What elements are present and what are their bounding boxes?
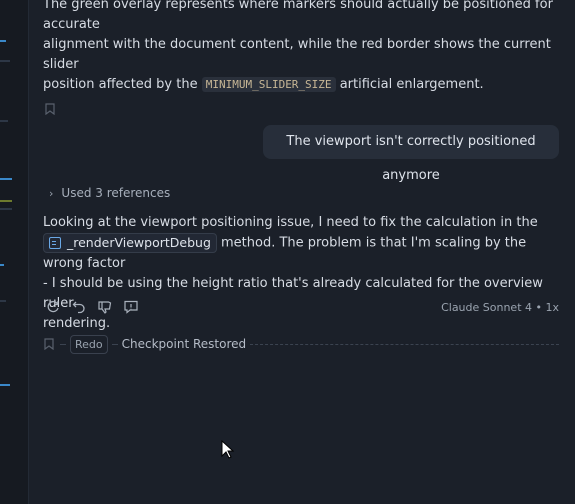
checkpoint-row: Redo Checkpoint Restored (44, 334, 559, 354)
redo-button[interactable]: Redo (70, 334, 108, 354)
retry-icon[interactable] (45, 299, 61, 315)
editor-gutter (0, 0, 29, 504)
gutter-marker (0, 200, 12, 202)
gutter-marker (0, 300, 6, 302)
bookmark-icon[interactable] (44, 338, 54, 350)
symbol-name: _renderViewportDebug (67, 235, 211, 250)
message-line: position affected by the MINIMUM_SLIDER_… (43, 75, 563, 95)
references-toggle[interactable]: › Used 3 references (49, 186, 170, 200)
divider (111, 343, 118, 345)
comment-icon[interactable] (123, 299, 139, 315)
message-text: position affected by the (43, 77, 202, 92)
message-line: Looking at the viewport positioning issu… (43, 215, 538, 230)
message-actions (45, 299, 139, 315)
gutter-marker (0, 384, 10, 386)
assistant-reply-message: Looking at the viewport positioning issu… (43, 213, 563, 334)
message-line: rendering. (43, 315, 111, 331)
message-line: _renderViewportDebug method. The problem… (43, 233, 563, 274)
thumbs-down-icon[interactable] (97, 299, 113, 315)
inline-code: MINIMUM_SLIDER_SIZE (201, 77, 336, 92)
model-info: Claude Sonnet 4 • 1x (441, 301, 559, 314)
gutter-marker (0, 178, 12, 180)
message-line: The green overlay represents where marke… (43, 0, 553, 32)
undo-icon[interactable] (71, 299, 87, 315)
gutter-marker (0, 208, 12, 210)
message-text: artificial enlargement. (335, 77, 484, 92)
gutter-marker (0, 60, 10, 62)
user-message-bubble: The viewport isn't correctly positioned … (263, 125, 559, 183)
method-symbol-icon (49, 237, 61, 249)
divider (250, 343, 559, 345)
gutter-marker (0, 120, 8, 122)
checkpoint-label: Checkpoint Restored (121, 337, 247, 351)
gutter-marker (0, 40, 6, 42)
message-line: alignment with the document content, whi… (43, 37, 551, 72)
references-label: Used 3 references (61, 186, 171, 200)
chevron-right-icon: › (49, 186, 54, 200)
gutter-marker (0, 264, 4, 266)
divider (60, 343, 66, 345)
bookmark-icon[interactable] (45, 103, 55, 115)
symbol-reference[interactable]: _renderViewportDebug (43, 233, 217, 253)
mouse-cursor-icon (221, 439, 235, 460)
assistant-previous-message: The green overlay represents where marke… (43, 0, 563, 95)
